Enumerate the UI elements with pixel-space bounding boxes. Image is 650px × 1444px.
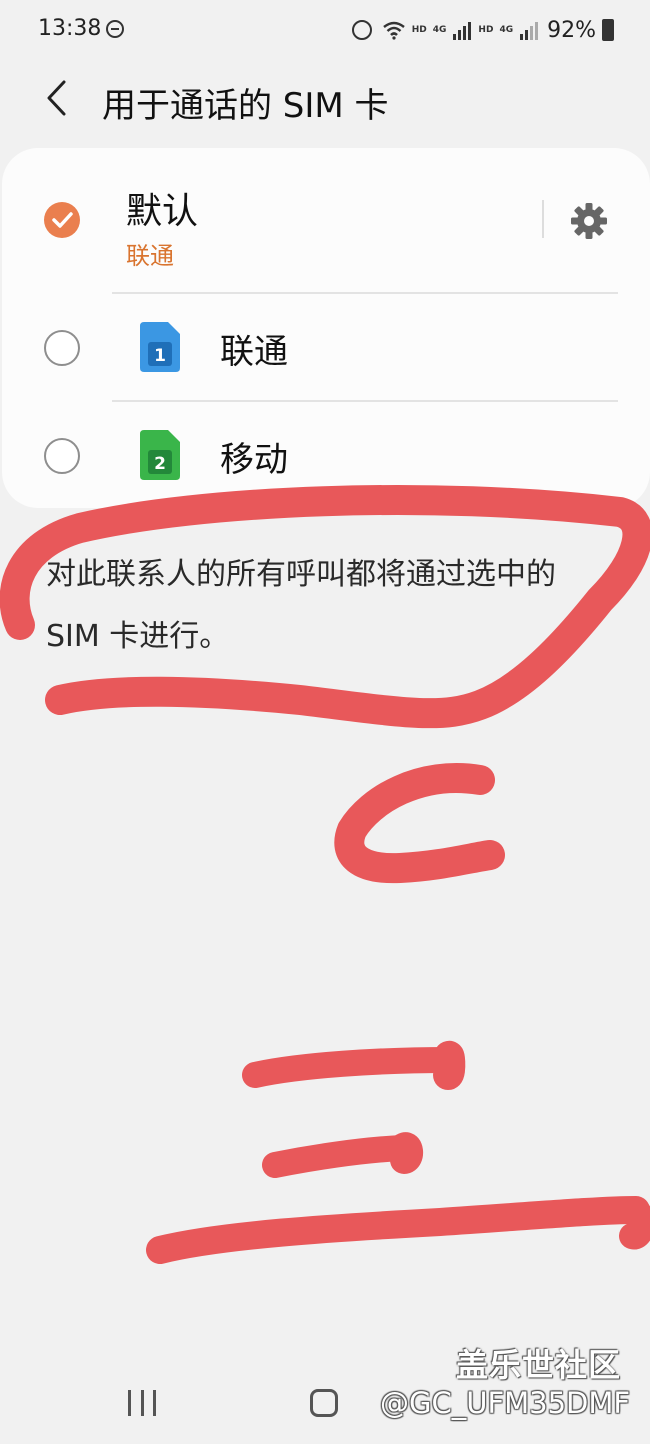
radio-unchecked[interactable] <box>44 438 80 474</box>
sim-card-1-number: 1 <box>154 346 166 366</box>
option-sim2-label: 移动 <box>220 440 288 480</box>
signal-icon-2 <box>520 22 539 40</box>
page-title: 用于通话的 SIM 卡 <box>102 86 389 126</box>
header: 用于通话的 SIM 卡 <box>0 62 650 138</box>
option-default-label: 默认 <box>126 191 199 232</box>
hd-label-2: HD <box>478 25 494 35</box>
sim-card-2-number: 2 <box>154 454 166 474</box>
alarm-icon <box>351 20 372 40</box>
option-default-sublabel: 联通 <box>126 242 174 270</box>
status-time: 13:38 <box>38 16 102 41</box>
settings-button[interactable] <box>568 200 610 242</box>
check-icon <box>52 212 73 228</box>
recent-apps-bar <box>140 1390 144 1416</box>
watermark-user: @GC_UFM35DMF <box>380 1386 631 1420</box>
status-bar: 13:38 HD 4G HD 4G 92% <box>0 0 650 62</box>
battery-percent: 92% <box>547 17 596 43</box>
sim-card-2-icon: 2 <box>140 430 180 480</box>
vertical-divider <box>542 200 544 238</box>
option-sim1-label: 联通 <box>220 332 288 372</box>
radio-unchecked[interactable] <box>44 330 80 366</box>
hd-label-1: HD <box>411 25 427 35</box>
network-label-2: 4G <box>499 25 514 35</box>
recent-apps-button[interactable] <box>128 1390 156 1416</box>
recent-apps-bar <box>153 1390 156 1416</box>
option-sim2[interactable]: 2 移动 <box>2 402 650 510</box>
signal-icon-1 <box>453 22 472 40</box>
home-button[interactable] <box>310 1389 338 1417</box>
wifi-icon <box>382 21 405 40</box>
sim-card-1-icon: 1 <box>140 322 180 372</box>
sim-options-card: 默认 联通 1 联通 2 移动 <box>2 148 650 508</box>
network-label-1: 4G <box>432 25 447 35</box>
radio-checked[interactable] <box>44 202 80 238</box>
description-text: 对此联系人的所有呼叫都将通过选中的 SIM 卡进行。 <box>46 557 556 654</box>
status-icons: HD 4G HD 4G 92% <box>351 14 614 46</box>
option-default[interactable]: 默认 联通 <box>2 148 650 294</box>
back-arrow-icon <box>47 80 66 116</box>
option-sim1[interactable]: 1 联通 <box>2 294 650 402</box>
do-not-disturb-icon <box>106 20 124 38</box>
recent-apps-bar <box>128 1390 131 1416</box>
gear-icon <box>571 203 607 239</box>
watermark-site: 盖乐世社区 <box>456 1346 622 1384</box>
battery-icon <box>602 19 614 41</box>
back-button[interactable] <box>36 76 76 120</box>
